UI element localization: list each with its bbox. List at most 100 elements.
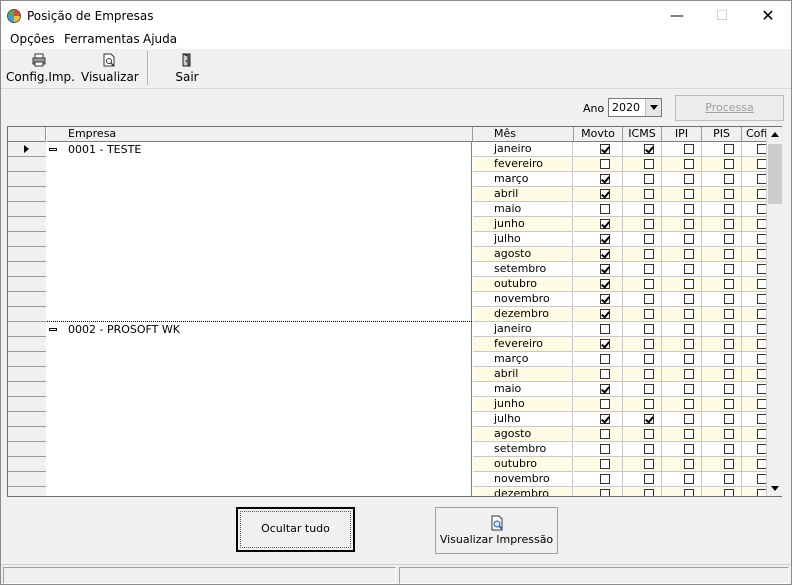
row-indicator[interactable] bbox=[8, 442, 46, 457]
ocultar-tudo-button[interactable]: Ocultar tudo bbox=[236, 507, 355, 552]
row-indicator[interactable] bbox=[8, 277, 46, 292]
table-row[interactable]: abril bbox=[473, 367, 781, 382]
ipi-checkbox[interactable] bbox=[684, 309, 694, 319]
pis-checkbox[interactable] bbox=[724, 159, 734, 169]
table-row[interactable]: março bbox=[473, 352, 781, 367]
ipi-checkbox[interactable] bbox=[684, 159, 694, 169]
row-indicator[interactable] bbox=[8, 397, 46, 412]
pis-checkbox[interactable] bbox=[724, 189, 734, 199]
table-row[interactable]: junho bbox=[473, 397, 781, 412]
ipi-checkbox[interactable] bbox=[684, 324, 694, 334]
icms-checkbox[interactable] bbox=[644, 234, 654, 244]
row-indicator[interactable] bbox=[8, 262, 46, 277]
header-icms[interactable]: ICMS bbox=[623, 127, 662, 142]
ipi-checkbox[interactable] bbox=[684, 444, 694, 454]
movto-checkbox[interactable] bbox=[600, 399, 610, 409]
icms-checkbox[interactable] bbox=[644, 324, 654, 334]
ano-select[interactable]: 2020 bbox=[608, 98, 662, 117]
icms-checkbox[interactable] bbox=[644, 414, 654, 424]
scroll-thumb[interactable] bbox=[768, 144, 782, 204]
ipi-checkbox[interactable] bbox=[684, 399, 694, 409]
pis-checkbox[interactable] bbox=[724, 219, 734, 229]
header-movto[interactable]: Movto bbox=[574, 127, 623, 142]
row-indicator[interactable] bbox=[8, 187, 46, 202]
visualizar-button[interactable]: Visualizar bbox=[81, 51, 139, 87]
icms-checkbox[interactable] bbox=[644, 249, 654, 259]
scroll-down-icon[interactable] bbox=[767, 480, 783, 496]
ipi-checkbox[interactable] bbox=[684, 354, 694, 364]
movto-checkbox[interactable] bbox=[600, 159, 610, 169]
table-row[interactable]: setembro bbox=[473, 442, 781, 457]
ipi-checkbox[interactable] bbox=[684, 414, 694, 424]
row-indicator[interactable] bbox=[8, 472, 46, 487]
table-row[interactable]: novembro bbox=[473, 472, 781, 487]
table-row[interactable]: novembro bbox=[473, 292, 781, 307]
ipi-checkbox[interactable] bbox=[684, 204, 694, 214]
pis-checkbox[interactable] bbox=[724, 249, 734, 259]
icms-checkbox[interactable] bbox=[644, 219, 654, 229]
row-indicator[interactable] bbox=[8, 202, 46, 217]
movto-checkbox[interactable] bbox=[600, 234, 610, 244]
table-row[interactable]: dezembro bbox=[473, 307, 781, 322]
scroll-up-icon[interactable] bbox=[767, 127, 783, 143]
ipi-checkbox[interactable] bbox=[684, 474, 694, 484]
table-row[interactable]: dezembro bbox=[473, 487, 781, 496]
pis-checkbox[interactable] bbox=[724, 429, 734, 439]
icms-checkbox[interactable] bbox=[644, 309, 654, 319]
icms-checkbox[interactable] bbox=[644, 384, 654, 394]
icms-checkbox[interactable] bbox=[644, 369, 654, 379]
empresa-group-2[interactable]: 0002 - PROSOFT WK bbox=[47, 322, 472, 496]
ipi-checkbox[interactable] bbox=[684, 369, 694, 379]
row-indicator[interactable] bbox=[8, 337, 46, 352]
ipi-checkbox[interactable] bbox=[684, 144, 694, 154]
vertical-scrollbar[interactable] bbox=[766, 127, 783, 496]
pis-checkbox[interactable] bbox=[724, 414, 734, 424]
pis-checkbox[interactable] bbox=[724, 474, 734, 484]
icms-checkbox[interactable] bbox=[644, 444, 654, 454]
pis-checkbox[interactable] bbox=[724, 399, 734, 409]
icms-checkbox[interactable] bbox=[644, 294, 654, 304]
row-indicator[interactable] bbox=[8, 142, 46, 157]
movto-checkbox[interactable] bbox=[600, 444, 610, 454]
movto-checkbox[interactable] bbox=[600, 339, 610, 349]
movto-checkbox[interactable] bbox=[600, 204, 610, 214]
movto-checkbox[interactable] bbox=[600, 249, 610, 259]
row-indicator[interactable] bbox=[8, 247, 46, 262]
pis-checkbox[interactable] bbox=[724, 264, 734, 274]
table-row[interactable]: fevereiro bbox=[473, 157, 781, 172]
movto-checkbox[interactable] bbox=[600, 309, 610, 319]
row-indicator[interactable] bbox=[8, 352, 46, 367]
row-indicator[interactable] bbox=[8, 307, 46, 322]
pis-checkbox[interactable] bbox=[724, 384, 734, 394]
pis-checkbox[interactable] bbox=[724, 279, 734, 289]
pis-checkbox[interactable] bbox=[724, 309, 734, 319]
pis-checkbox[interactable] bbox=[724, 444, 734, 454]
row-indicator[interactable] bbox=[8, 232, 46, 247]
table-row[interactable]: setembro bbox=[473, 262, 781, 277]
ipi-checkbox[interactable] bbox=[684, 459, 694, 469]
pis-checkbox[interactable] bbox=[724, 369, 734, 379]
movto-checkbox[interactable] bbox=[600, 264, 610, 274]
header-pis[interactable]: PIS bbox=[702, 127, 742, 142]
table-row[interactable]: maio bbox=[473, 202, 781, 217]
table-row[interactable]: maio bbox=[473, 382, 781, 397]
pis-checkbox[interactable] bbox=[724, 459, 734, 469]
movto-checkbox[interactable] bbox=[600, 219, 610, 229]
icms-checkbox[interactable] bbox=[644, 204, 654, 214]
minimize-button[interactable]: — bbox=[654, 1, 700, 31]
menu-ajuda[interactable]: Ajuda bbox=[143, 32, 177, 46]
pis-checkbox[interactable] bbox=[724, 324, 734, 334]
row-indicator[interactable] bbox=[8, 427, 46, 442]
empresa-group-1[interactable]: 0001 - TESTE bbox=[47, 142, 472, 322]
title-bar[interactable]: Posição de Empresas — ☐ ✕ bbox=[1, 1, 791, 31]
table-row[interactable]: janeiro bbox=[473, 142, 781, 157]
table-row[interactable]: abril bbox=[473, 187, 781, 202]
movto-checkbox[interactable] bbox=[600, 324, 610, 334]
table-row[interactable]: outubro bbox=[473, 277, 781, 292]
pis-checkbox[interactable] bbox=[724, 489, 734, 496]
pis-checkbox[interactable] bbox=[724, 204, 734, 214]
movto-checkbox[interactable] bbox=[600, 369, 610, 379]
icms-checkbox[interactable] bbox=[644, 264, 654, 274]
row-indicator[interactable] bbox=[8, 382, 46, 397]
icms-checkbox[interactable] bbox=[644, 159, 654, 169]
